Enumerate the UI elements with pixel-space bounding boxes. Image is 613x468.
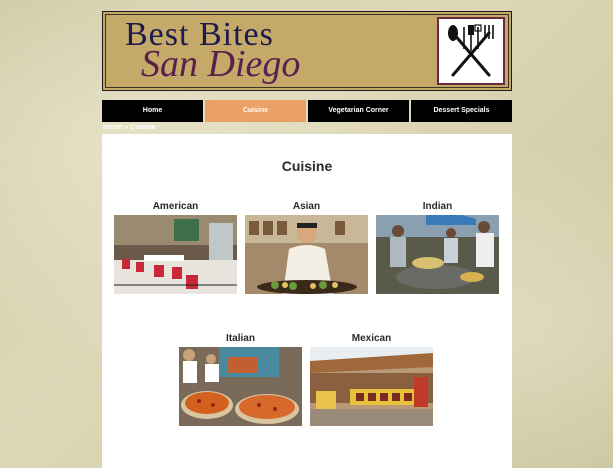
cuisine-label: Mexican bbox=[351, 333, 392, 344]
breadcrumb-current: Cuisine bbox=[130, 124, 156, 131]
cuisine-card-mexican[interactable]: Mexican bbox=[310, 332, 433, 426]
cuisine-label: Asian bbox=[292, 201, 321, 212]
mexican-photo[interactable] bbox=[310, 347, 433, 426]
page-title: Cuisine bbox=[281, 158, 333, 174]
utensils-crossed-icon bbox=[437, 17, 505, 85]
main-content: Cuisine American Asian Indian Italian Me… bbox=[102, 134, 512, 468]
nav-item-dessert-specials[interactable]: Dessert Specials bbox=[411, 100, 512, 122]
breadcrumb-separator: » bbox=[124, 124, 129, 131]
cuisine-label: American bbox=[152, 201, 199, 212]
italian-photo[interactable] bbox=[179, 347, 302, 426]
asian-photo[interactable] bbox=[245, 215, 368, 294]
nav-item-cuisine[interactable]: Cuisine bbox=[205, 100, 306, 122]
breadcrumb: Home » Cuisine bbox=[103, 124, 156, 131]
site-banner[interactable]: Best Bites San Diego bbox=[102, 11, 512, 91]
cuisine-card-american[interactable]: American bbox=[114, 200, 237, 294]
american-photo[interactable] bbox=[114, 215, 237, 294]
logo-subtitle: San Diego bbox=[141, 43, 301, 85]
cuisine-card-indian[interactable]: Indian bbox=[376, 200, 499, 294]
main-nav: Home Cuisine Vegetarian Corner Dessert S… bbox=[102, 100, 512, 122]
indian-photo[interactable] bbox=[376, 215, 499, 294]
breadcrumb-home-link[interactable]: Home bbox=[103, 124, 122, 131]
cuisine-card-asian[interactable]: Asian bbox=[245, 200, 368, 294]
nav-item-home[interactable]: Home bbox=[102, 100, 203, 122]
cuisine-card-italian[interactable]: Italian bbox=[179, 332, 302, 426]
cuisine-label: Indian bbox=[422, 201, 453, 212]
cuisine-label: Italian bbox=[226, 333, 255, 344]
nav-item-vegetarian-corner[interactable]: Vegetarian Corner bbox=[308, 100, 409, 122]
page-container: Best Bites San Diego Home Cuisine Vegeta… bbox=[102, 11, 512, 468]
